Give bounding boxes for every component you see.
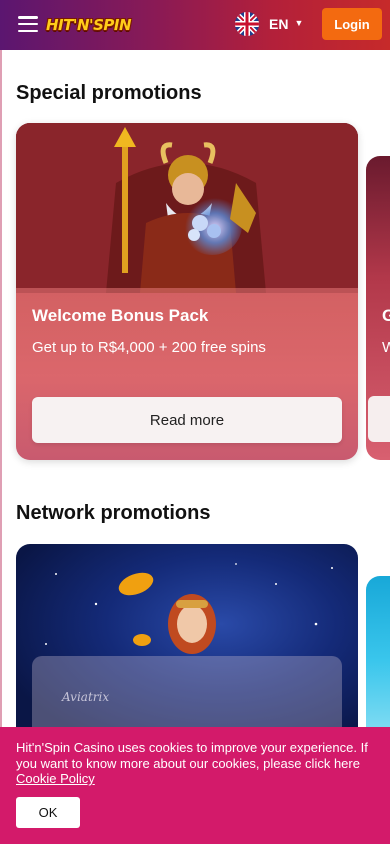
promo-title: Welcome Bonus Pack: [32, 306, 209, 325]
next-read-more-button[interactable]: [368, 396, 390, 442]
brand-logo[interactable]: HIT'N'SPIN: [46, 12, 132, 38]
network-promo-card[interactable]: Aviatrix: [16, 544, 358, 744]
next-network-card[interactable]: [366, 576, 390, 746]
chevron-down-icon: ▼: [294, 18, 304, 28]
menu-icon[interactable]: [18, 16, 38, 32]
cookie-message: Hit'n'Spin Casino uses cookies to improv…: [16, 740, 376, 787]
top-header: HIT'N'SPIN EN ▼ Login: [0, 0, 390, 50]
cookie-banner: Hit'n'Spin Casino uses cookies to improv…: [0, 727, 390, 844]
next-promo-title: G: [382, 306, 390, 325]
cookie-policy-link[interactable]: Cookie Policy: [16, 771, 95, 786]
next-promo-subtitle: W: [382, 339, 390, 356]
page-edge: [0, 50, 2, 727]
welcome-bonus-card[interactable]: Welcome Bonus Pack Get up to R$4,000 + 2…: [16, 123, 358, 460]
language-selector[interactable]: EN ▼: [269, 14, 303, 34]
promo-subtitle: Get up to R$4,000 + 200 free spins: [32, 339, 266, 356]
login-button[interactable]: Login: [322, 8, 382, 40]
cookie-ok-button[interactable]: OK: [16, 797, 80, 828]
viking-hero-image: [16, 123, 358, 293]
special-promotions-title: Special promotions: [16, 82, 202, 104]
uk-flag-icon[interactable]: [235, 12, 259, 36]
network-promotions-title: Network promotions: [16, 502, 211, 524]
next-promo-card[interactable]: G W: [366, 156, 390, 460]
aviatrix-logo: Aviatrix: [62, 690, 110, 704]
read-more-button[interactable]: Read more: [32, 397, 342, 443]
language-label: EN: [269, 16, 289, 32]
cookie-text: Hit'n'Spin Casino uses cookies to improv…: [16, 740, 368, 771]
